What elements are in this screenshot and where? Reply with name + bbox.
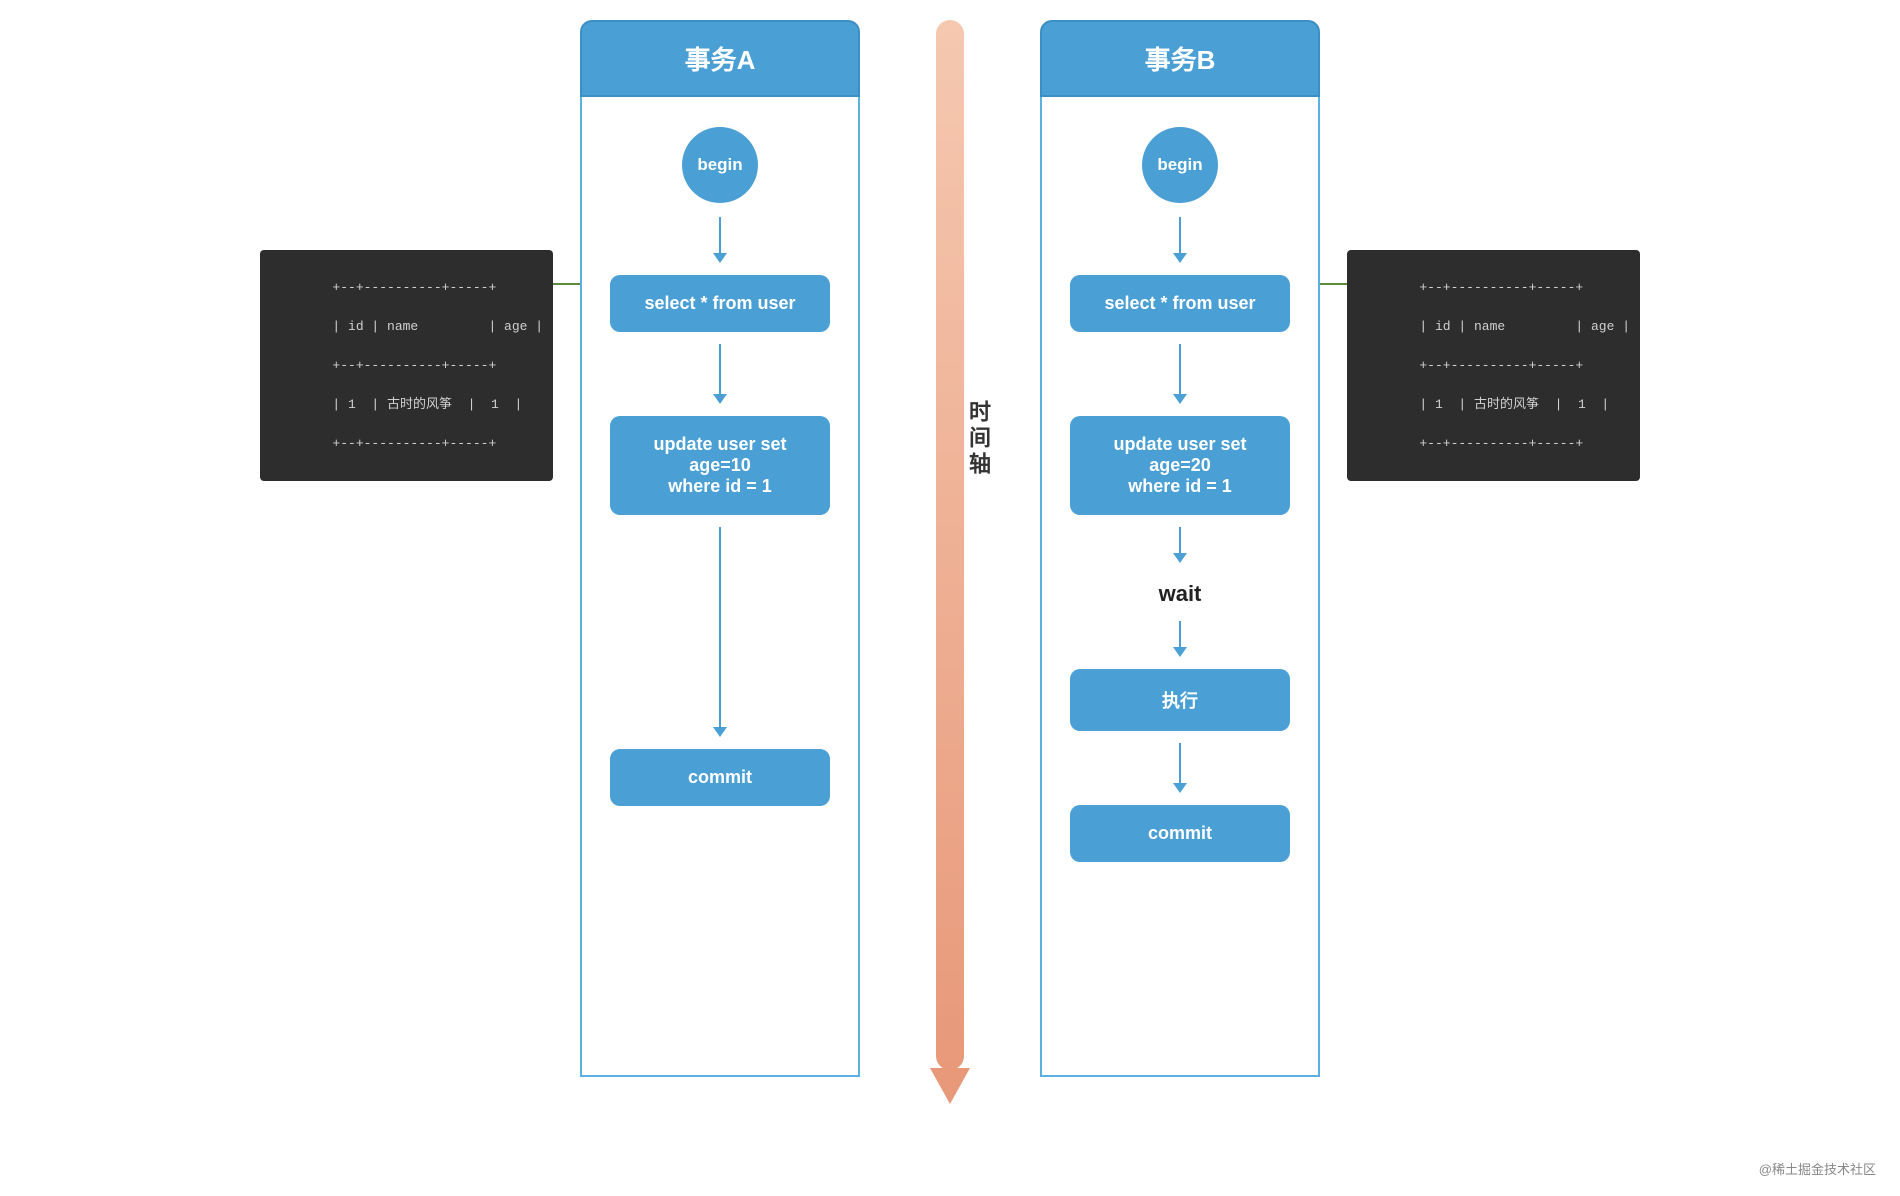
copyright: @稀土掘金技术社区 xyxy=(1759,1159,1876,1178)
transaction-b-body: begin select * from user update user set… xyxy=(1040,97,1320,1077)
table-b-line1: +--+----------+-----+ xyxy=(1419,280,1583,295)
table-b-line4: | 1 | 古时的风筝 | 1 | xyxy=(1419,397,1609,412)
transaction-b-select: select * from user xyxy=(1070,275,1290,332)
transaction-a-update: update user set age=10 where id = 1 xyxy=(610,416,830,515)
arrow-a-3 xyxy=(713,527,727,737)
transaction-a-commit: commit xyxy=(610,749,830,806)
transaction-b-execute: 执行 xyxy=(1070,669,1290,731)
transaction-b-column: +--+----------+-----+ | id | name | age … xyxy=(1040,20,1320,1077)
arrow-a-1 xyxy=(713,217,727,263)
table-b-line5: +--+----------+-----+ xyxy=(1419,436,1583,451)
arrow-b-5 xyxy=(1173,743,1187,793)
main-container: 时间轴 +--+----------+-----+ | id | name | … xyxy=(0,0,1900,1196)
db-table-right: +--+----------+-----+ | id | name | age … xyxy=(1347,250,1640,481)
table-a-line2: | id | name | age | xyxy=(332,319,543,334)
transaction-a-header: 事务A xyxy=(580,20,860,97)
arrow-a-2 xyxy=(713,344,727,404)
arrow-b-3 xyxy=(1173,527,1187,563)
transaction-b-header: 事务B xyxy=(1040,20,1320,97)
db-table-left: +--+----------+-----+ | id | name | age … xyxy=(260,250,553,481)
table-a-line1: +--+----------+-----+ xyxy=(332,280,496,295)
transaction-a-select: select * from user xyxy=(610,275,830,332)
table-b-line2: | id | name | age | xyxy=(1419,319,1630,334)
table-a-line4: | 1 | 古时的风筝 | 1 | xyxy=(332,397,522,412)
transaction-a-begin: begin xyxy=(682,127,758,203)
transaction-a-column: +--+----------+-----+ | id | name | age … xyxy=(580,20,860,1077)
table-a-line3: +--+----------+-----+ xyxy=(332,358,496,373)
arrow-b-4 xyxy=(1173,621,1187,657)
transaction-b-commit: commit xyxy=(1070,805,1290,862)
transactions-wrapper: +--+----------+-----+ | id | name | age … xyxy=(580,20,1320,1077)
table-a-line5: +--+----------+-----+ xyxy=(332,436,496,451)
arrow-b-1 xyxy=(1173,217,1187,263)
transaction-b-wait: wait xyxy=(1159,581,1202,607)
table-b-line3: +--+----------+-----+ xyxy=(1419,358,1583,373)
arrow-b-2 xyxy=(1173,344,1187,404)
transaction-b-update: update user set age=20 where id = 1 xyxy=(1070,416,1290,515)
transaction-b-begin: begin xyxy=(1142,127,1218,203)
transaction-a-body: begin select * from user update user set… xyxy=(580,97,860,1077)
